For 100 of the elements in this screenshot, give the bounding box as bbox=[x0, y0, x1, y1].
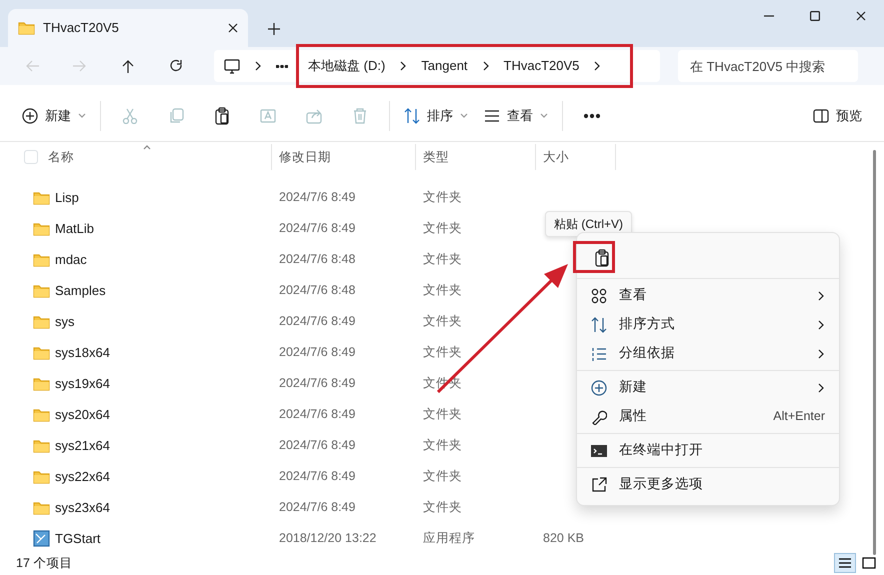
wrench-icon bbox=[591, 408, 607, 424]
chevron-right-icon bbox=[254, 61, 262, 71]
preview-pane-icon bbox=[813, 108, 829, 124]
modified-date: 2024/7/6 8:48 bbox=[279, 283, 356, 298]
sort-icon bbox=[404, 108, 420, 124]
tiles-view-icon bbox=[862, 557, 876, 569]
preview-button[interactable]: 预览 bbox=[805, 100, 870, 132]
modified-date: 2024/7/6 8:48 bbox=[279, 252, 356, 266]
group-list-icon bbox=[591, 346, 607, 362]
new-button[interactable]: 新建 bbox=[14, 100, 94, 132]
menu-item[interactable]: 查看 bbox=[577, 281, 839, 310]
modified-date: 2024/7/6 8:49 bbox=[279, 500, 356, 514]
breadcrumb-item[interactable]: THvacT20V5 bbox=[504, 56, 580, 76]
maximize-icon bbox=[810, 11, 820, 21]
details-view-button[interactable] bbox=[834, 553, 856, 573]
terminal-icon bbox=[591, 442, 607, 458]
scrollbar[interactable] bbox=[873, 150, 876, 555]
column-header[interactable]: 大小 bbox=[543, 148, 569, 166]
folder-icon bbox=[33, 408, 50, 422]
close-tab-button[interactable] bbox=[228, 23, 238, 33]
modified-date: 2024/7/6 8:49 bbox=[279, 221, 356, 236]
folder-icon bbox=[33, 252, 50, 266]
file-type: 文件夹 bbox=[423, 407, 462, 422]
file-type: 文件夹 bbox=[423, 283, 462, 298]
tab-title: THvacT20V5 bbox=[43, 19, 120, 38]
paste-icon bbox=[594, 248, 610, 266]
sort-button[interactable]: 排序 bbox=[396, 100, 476, 132]
folder-icon bbox=[18, 21, 35, 35]
share-icon bbox=[306, 108, 322, 124]
folder-icon bbox=[33, 346, 50, 360]
folder-icon bbox=[33, 190, 50, 204]
view-button[interactable]: 查看 bbox=[476, 100, 556, 132]
column-header[interactable]: 名称 bbox=[48, 148, 74, 166]
menu-item[interactable]: 排序方式 bbox=[577, 310, 839, 339]
file-name[interactable]: sys20x64 bbox=[55, 404, 110, 424]
file-type: 应用程序 bbox=[423, 531, 475, 546]
modified-date: 2024/7/6 8:49 bbox=[279, 438, 356, 452]
menu-item[interactable]: 新建 bbox=[577, 373, 839, 402]
open-external-icon bbox=[591, 476, 607, 492]
new-tab-button[interactable] bbox=[268, 23, 280, 35]
new-icon bbox=[591, 380, 607, 396]
file-type: 文件夹 bbox=[423, 221, 462, 236]
file-type: 文件夹 bbox=[423, 500, 462, 514]
file-type: 文件夹 bbox=[423, 190, 462, 204]
file-name[interactable]: sys21x64 bbox=[55, 436, 110, 456]
details-view-icon bbox=[838, 557, 852, 569]
folder-icon bbox=[33, 500, 50, 514]
breadcrumb-item[interactable]: Tangent bbox=[421, 56, 468, 76]
more-icon bbox=[276, 64, 288, 68]
file-name[interactable]: sys19x64 bbox=[55, 374, 110, 394]
file-name[interactable]: Samples bbox=[55, 280, 106, 300]
select-all-checkbox[interactable] bbox=[24, 150, 38, 164]
view-icon bbox=[484, 108, 500, 124]
modified-date: 2024/7/6 8:49 bbox=[279, 469, 356, 484]
rename-icon bbox=[260, 108, 276, 124]
column-header[interactable]: 修改日期 bbox=[279, 148, 331, 166]
menu-item[interactable]: 分组依据 bbox=[577, 339, 839, 368]
modified-date: 2024/7/6 8:49 bbox=[279, 407, 356, 422]
minimize-icon bbox=[764, 15, 774, 17]
modified-date: 2024/7/6 8:49 bbox=[279, 345, 356, 360]
cut-icon bbox=[122, 108, 138, 124]
copy-icon bbox=[168, 108, 184, 124]
folder-icon bbox=[33, 376, 50, 390]
folder-icon bbox=[33, 470, 50, 484]
item-count: 17 个项目 bbox=[16, 554, 72, 572]
modified-date: 2024/7/6 8:49 bbox=[279, 190, 356, 204]
file-type: 文件夹 bbox=[423, 469, 462, 484]
file-name[interactable]: Lisp bbox=[55, 188, 79, 208]
file-type: 文件夹 bbox=[423, 345, 462, 360]
new-icon bbox=[22, 108, 38, 124]
breadcrumb-item[interactable]: 本地磁盘 (D:) bbox=[308, 56, 386, 76]
search-field[interactable]: 在 THvacT20V5 中搜索 bbox=[678, 50, 858, 82]
plus-icon bbox=[268, 23, 280, 35]
paste-icon bbox=[214, 107, 230, 125]
chevron-right-icon bbox=[593, 61, 602, 71]
file-type: 文件夹 bbox=[423, 252, 462, 266]
column-header[interactable]: 类型 bbox=[423, 148, 449, 166]
sort-icon bbox=[591, 316, 607, 332]
file-name[interactable]: sys23x64 bbox=[55, 498, 110, 518]
window-tab[interactable]: THvacT20V5 bbox=[8, 9, 248, 47]
file-name[interactable]: sys bbox=[55, 312, 74, 332]
menu-item[interactable]: 显示更多选项 bbox=[577, 470, 839, 499]
app-icon bbox=[33, 530, 50, 547]
file-name[interactable]: MatLib bbox=[55, 218, 94, 238]
file-name[interactable]: mdac bbox=[55, 250, 87, 270]
file-name[interactable]: sys18x64 bbox=[55, 342, 110, 362]
shortcut-text: Alt+Enter bbox=[773, 408, 825, 426]
file-type: 文件夹 bbox=[423, 438, 462, 452]
trash-icon bbox=[352, 108, 368, 124]
menu-item[interactable]: 属性 Alt+Enter bbox=[577, 402, 839, 431]
file-type: 文件夹 bbox=[423, 314, 462, 328]
modified-date: 2024/7/6 8:49 bbox=[279, 314, 356, 328]
file-name[interactable]: TGStart bbox=[55, 528, 101, 548]
file-size: 820 KB bbox=[543, 531, 584, 546]
highlight-frame bbox=[573, 241, 615, 273]
more-locations-button[interactable] bbox=[276, 64, 288, 68]
file-name[interactable]: sys22x64 bbox=[55, 466, 110, 486]
menu-item[interactable]: 在终端中打开 bbox=[577, 436, 839, 465]
sort-ascending-icon bbox=[143, 145, 151, 150]
address-bar[interactable]: 本地磁盘 (D:) Tangent THvacT20V5 bbox=[214, 50, 660, 82]
